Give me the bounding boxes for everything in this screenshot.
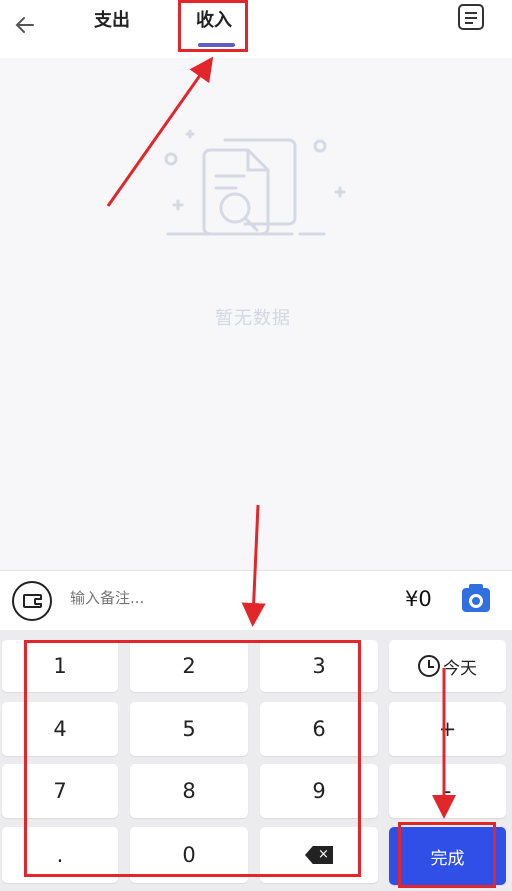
annotation-box-keys	[24, 640, 361, 877]
empty-state-text: 暂无数据	[215, 308, 291, 329]
clock-icon	[418, 655, 440, 677]
tab-expense[interactable]: 支出	[94, 6, 130, 46]
plus-button[interactable]: +	[389, 702, 506, 756]
note-input[interactable]	[70, 589, 270, 607]
amount-display: ¥0	[405, 587, 432, 611]
back-arrow-icon[interactable]	[10, 10, 40, 40]
today-label: 今天	[443, 658, 477, 679]
annotation-box-tab	[178, 0, 248, 52]
document-icon[interactable]	[458, 4, 484, 30]
top-bar: 支出 收入	[0, 0, 512, 58]
empty-state: 暂无数据	[0, 58, 512, 570]
minus-button[interactable]: -	[389, 764, 506, 818]
today-button[interactable]: 今天	[389, 640, 506, 692]
document-search-icon	[164, 129, 346, 236]
note-row: ¥0	[0, 570, 512, 630]
camera-icon[interactable]	[462, 584, 490, 612]
wallet-icon[interactable]	[12, 581, 52, 621]
annotation-box-done	[398, 822, 496, 888]
